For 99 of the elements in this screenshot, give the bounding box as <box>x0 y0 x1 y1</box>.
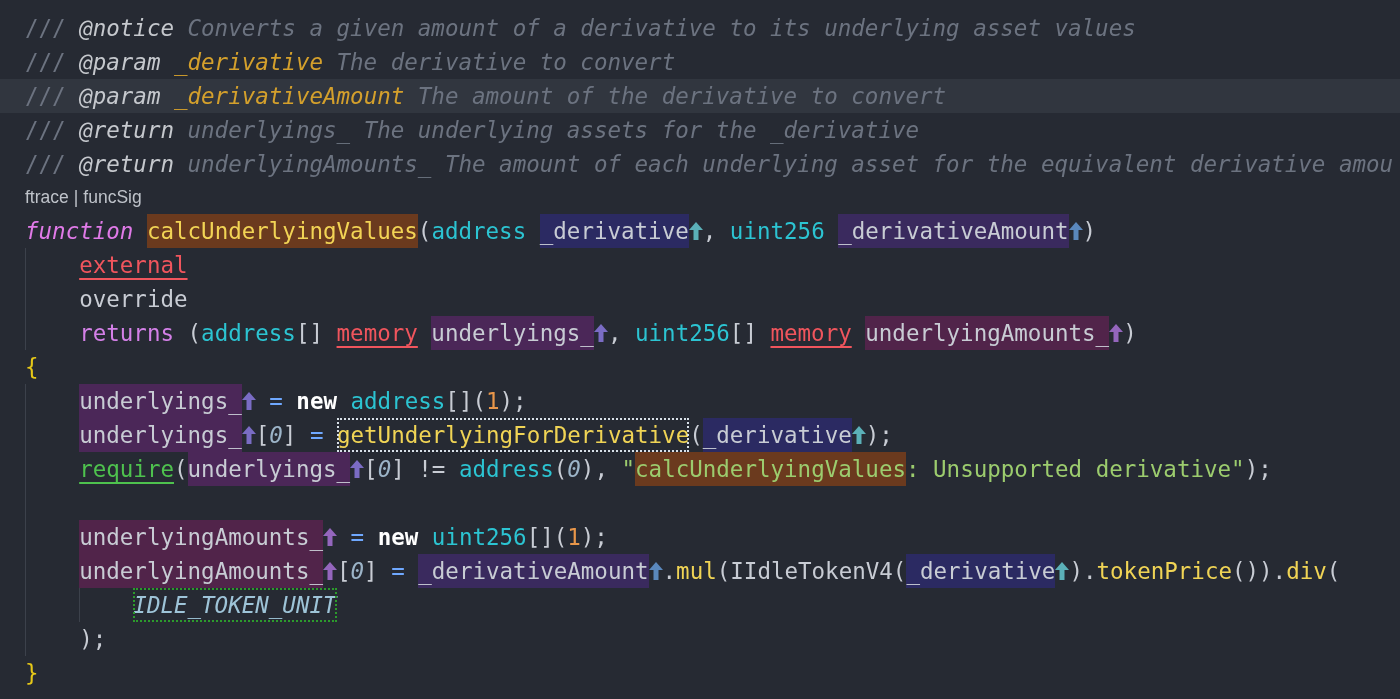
comment-text: Converts a given amount of a derivative to its underlying asset values <box>187 14 1136 43</box>
doc-tag: @notice <box>79 11 174 45</box>
code-text: ) <box>1123 319 1137 348</box>
code-text: (IIdleTokenV4( <box>716 557 907 584</box>
doc-tag: @param <box>79 79 161 113</box>
string-literal: : Unsupported derivative" <box>906 455 1245 484</box>
code-text: , <box>702 217 718 246</box>
code-text: ); <box>499 387 527 416</box>
comment-marker: /// <box>25 14 66 43</box>
brace: } <box>25 659 39 688</box>
variable: underlyingAmounts_ <box>79 554 323 588</box>
code-text: [ <box>337 557 351 586</box>
number-literal: 1 <box>486 387 500 416</box>
doc-param: _derivativeAmount <box>174 82 405 112</box>
type-name: address <box>201 319 296 348</box>
variable: _derivativeAmount <box>418 554 649 588</box>
type-name: address <box>350 387 446 416</box>
variable: _derivative <box>702 418 852 452</box>
comment-marker: /// <box>25 82 66 111</box>
variable: _derivative <box>539 214 689 248</box>
number-literal: 0 <box>350 557 365 586</box>
code-text: ); <box>580 523 608 552</box>
number-literal: 0 <box>377 455 392 484</box>
type-name: uint256 <box>729 217 825 246</box>
brace: { <box>25 353 39 382</box>
doc-tag: @return <box>79 113 174 147</box>
type-name: uint256 <box>431 523 527 552</box>
function-call: mul <box>676 557 717 586</box>
code-text: [ <box>364 455 378 484</box>
code-text: ); <box>79 625 107 654</box>
keyword: external <box>79 251 188 280</box>
keyword: new <box>377 523 419 552</box>
operator: = <box>350 523 365 552</box>
code-text: ()). <box>1232 557 1287 586</box>
type-name: address <box>431 217 527 246</box>
keyword: memory <box>336 319 418 348</box>
code-text: override <box>79 285 188 314</box>
code-text: []( <box>445 387 486 416</box>
code-text: ] <box>282 421 297 450</box>
code-text: ( <box>553 455 568 484</box>
variable: underlyingAmounts_ <box>79 520 323 554</box>
separator: | <box>73 187 79 208</box>
keyword: function <box>25 217 134 246</box>
keyword: new <box>296 387 337 416</box>
code-text: . <box>662 557 677 586</box>
number-literal: 0 <box>269 421 283 450</box>
code-text: []( <box>526 523 568 552</box>
code-text: ( <box>689 421 703 448</box>
function-call: div <box>1286 557 1327 586</box>
code-text: ( <box>417 217 432 246</box>
keyword: memory <box>770 319 852 348</box>
code-text: ( <box>1326 557 1341 586</box>
comment-text: underlyingAmounts_ The amount of each underlying asset for the equivalent derivative amou <box>187 150 1394 180</box>
variable: _derivative <box>906 554 1056 588</box>
code-text: ( <box>174 455 188 484</box>
code-text: ( <box>186 319 202 348</box>
keyword: returns <box>79 319 174 348</box>
variable: _derivativeAmount <box>838 214 1069 248</box>
constant: IDLE_TOKEN_UNIT <box>133 588 337 622</box>
function-name: calcUnderlyingValues <box>146 214 418 248</box>
comment-text: The derivative to convert <box>336 48 676 77</box>
string-literal: " <box>621 455 636 484</box>
operator: = <box>309 421 324 450</box>
number-literal: 0 <box>567 455 581 484</box>
doc-tag: @return <box>79 147 174 181</box>
operator: = <box>391 557 405 586</box>
code-text: [ <box>255 421 270 450</box>
number-literal: 1 <box>567 523 581 552</box>
code-text: , <box>607 319 623 348</box>
code-text: ] <box>364 557 378 586</box>
doc-param: _derivative <box>174 48 323 78</box>
type-name: address <box>458 455 554 484</box>
code-text: [] <box>729 319 757 348</box>
code-text: ), <box>580 455 609 484</box>
code-text: ); <box>1244 455 1272 484</box>
function-call: tokenPrice <box>1096 557 1232 586</box>
function-call: require <box>79 455 174 484</box>
codelens-link[interactable]: funcSig <box>83 187 142 208</box>
comment-text: The amount of the derivative to convert <box>417 82 947 111</box>
comment-marker: /// <box>25 116 66 145</box>
code-text: [] <box>295 319 323 348</box>
comment-marker: /// <box>25 150 66 179</box>
type-name: uint256 <box>635 319 730 348</box>
string-literal: calcUnderlyingValues <box>635 452 906 486</box>
code-text: ) <box>1082 217 1097 246</box>
code-text: ] != <box>391 455 447 484</box>
variable: underlyings_ <box>187 452 351 486</box>
variable: underlyingAmounts_ <box>865 316 1110 350</box>
code-text: ). <box>1069 557 1097 586</box>
operator: = <box>269 387 283 416</box>
comment-text: underlyings_ The underlying assets for the _derivative <box>187 116 920 146</box>
variable: underlyings_ <box>79 418 242 452</box>
doc-tag: @param <box>79 45 161 79</box>
function-call: getUnderlyingForDerivative <box>337 418 690 452</box>
variable: underlyings_ <box>79 384 242 418</box>
variable: underlyings_ <box>431 316 594 350</box>
comment-marker: /// <box>25 48 66 77</box>
code-text: ); <box>865 421 893 450</box>
codelens-link[interactable]: ftrace <box>25 187 69 208</box>
